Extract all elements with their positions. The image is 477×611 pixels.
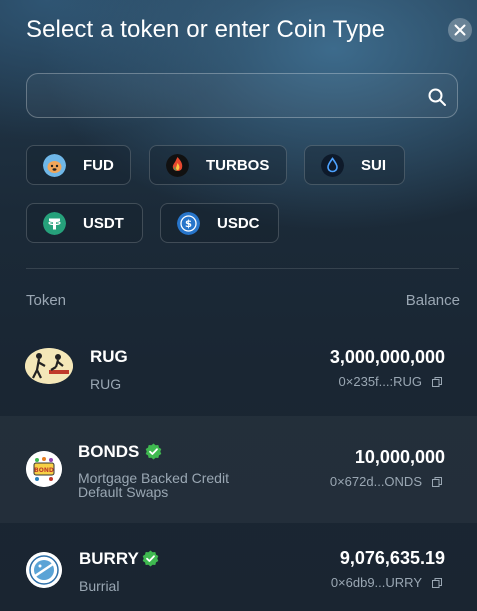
svg-text:$: $	[185, 219, 192, 230]
quick-token-turbos[interactable]: TURBOS	[149, 145, 287, 185]
fud-dog-icon	[43, 154, 66, 177]
token-symbol: BURRY	[79, 549, 139, 568]
token-symbol: RUG	[90, 347, 128, 366]
tether-icon	[43, 212, 66, 235]
usdc-icon: $	[177, 212, 200, 235]
svg-text:BOND: BOND	[34, 467, 54, 474]
token-address: 0×672d...ONDS	[329, 474, 422, 489]
token-row-bonds[interactable]: BOND BONDS Mortgage Backed Credit Defaul…	[0, 416, 477, 523]
burry-logo-icon	[26, 552, 62, 588]
token-name: Default Swaps	[78, 484, 169, 500]
verified-icon	[145, 443, 162, 460]
sui-droplet-icon	[321, 154, 344, 177]
turbos-flame-icon	[166, 154, 189, 177]
token-name: Burrial	[79, 578, 120, 594]
token-symbol: BONDS	[78, 442, 140, 461]
token-name: Mortgage Backed Credit	[78, 470, 229, 486]
token-balance: 3,000,000,000	[329, 347, 445, 367]
close-button[interactable]	[448, 18, 472, 42]
page-title: Select a token or enter Coin Type	[26, 16, 386, 43]
quick-token-sui[interactable]: SUI	[304, 145, 405, 185]
token-address: 0×235f...:RUG	[338, 374, 422, 389]
token-balance: 10,000,000	[354, 447, 445, 467]
token-row-rug[interactable]: RUG RUG 3,000,000,000 0×235f...:RUG	[0, 320, 477, 416]
token-row-burry[interactable]: BURRY Burrial 9,076,635.19 0×6db9...URRY	[0, 523, 477, 611]
quick-token-label: TURBOS	[206, 157, 270, 174]
token-avatar	[25, 348, 73, 384]
column-header-balance: Balance	[405, 292, 460, 309]
token-name: RUG	[90, 376, 122, 392]
quick-token-fud[interactable]: FUD	[26, 145, 131, 185]
rug-pull-icon	[25, 348, 73, 384]
divider	[26, 268, 459, 269]
token-address: 0×6db9...URRY	[330, 575, 422, 590]
quick-token-label: FUD	[83, 157, 114, 174]
copy-icon[interactable]	[432, 477, 442, 487]
search-icon[interactable]	[427, 87, 447, 107]
bonds-logo-icon: BOND	[26, 451, 62, 487]
quick-token-label: USDT	[83, 215, 124, 232]
copy-icon[interactable]	[432, 377, 442, 387]
copy-icon[interactable]	[432, 578, 442, 588]
quick-token-usdc[interactable]: $ USDC	[160, 203, 279, 243]
quick-token-label: SUI	[361, 157, 387, 174]
search-field[interactable]	[26, 73, 458, 119]
search-input[interactable]	[39, 74, 423, 119]
quick-token-usdt[interactable]: USDT	[26, 203, 143, 243]
column-header-token: Token	[26, 292, 67, 309]
quick-token-label: USDC	[217, 215, 260, 232]
token-avatar: BOND	[26, 451, 62, 487]
close-icon	[454, 24, 466, 36]
token-balance: 9,076,635.19	[339, 548, 445, 568]
token-avatar	[26, 552, 62, 588]
verified-icon	[142, 550, 159, 567]
